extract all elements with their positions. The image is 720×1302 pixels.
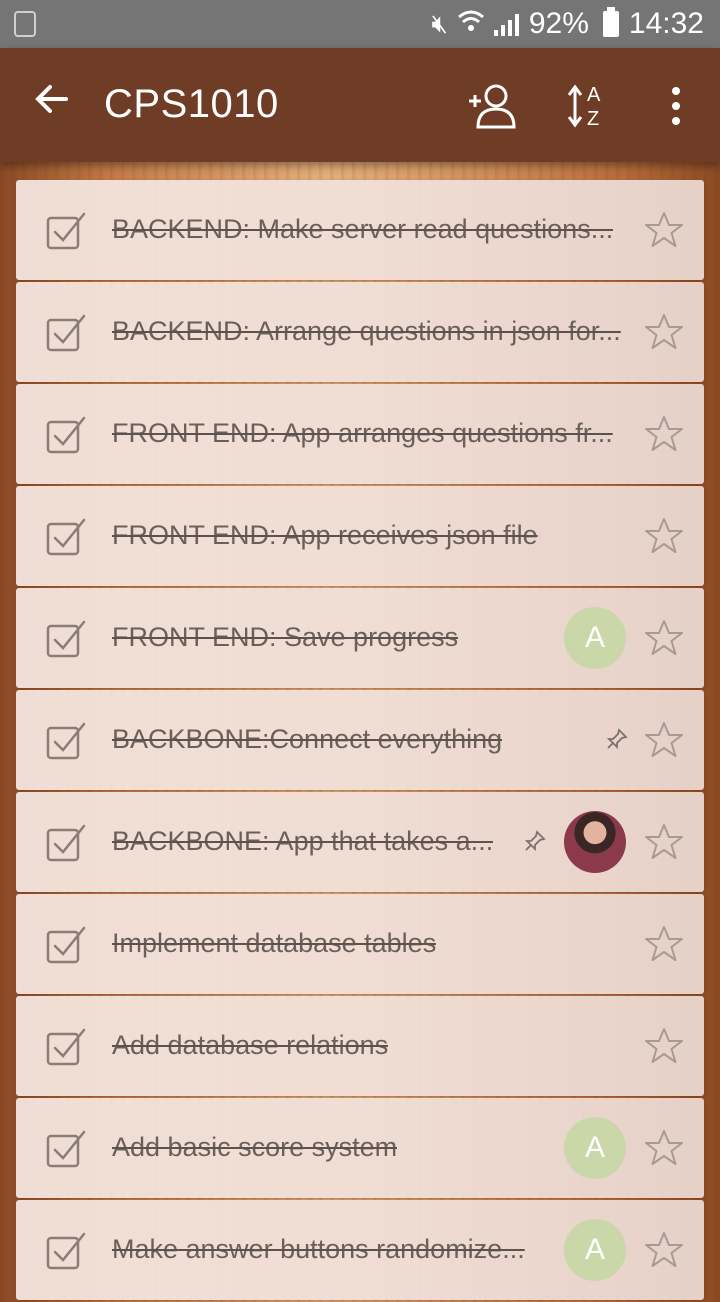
task-title: FRONT END: App receives json file xyxy=(112,520,538,550)
checkbox-checked-icon[interactable] xyxy=(46,312,86,352)
pin-icon xyxy=(606,728,628,750)
assignee-avatar[interactable]: A xyxy=(564,1219,626,1281)
task-row[interactable]: BACKEND: Arrange questions in json for..… xyxy=(16,282,704,382)
task-row[interactable]: FRONT END: App receives json file xyxy=(16,486,704,586)
pin-icon xyxy=(524,830,546,852)
checkbox-checked-icon[interactable] xyxy=(46,822,86,862)
task-row[interactable]: Add database relations xyxy=(16,996,704,1096)
mute-vibrate-icon: 🔇︎ xyxy=(431,8,448,38)
checkbox-checked-icon[interactable] xyxy=(46,1230,86,1270)
task-title: FRONT END: Save progress xyxy=(112,622,459,652)
star-icon[interactable] xyxy=(644,618,684,658)
add-person-icon[interactable] xyxy=(462,76,522,136)
checkbox-checked-icon[interactable] xyxy=(46,618,86,658)
checkbox-checked-icon[interactable] xyxy=(46,1026,86,1066)
task-row[interactable]: Implement database tables xyxy=(16,894,704,994)
battery-icon xyxy=(602,7,619,37)
assignee-avatar[interactable]: A xyxy=(564,607,626,669)
task-title: BACKBONE:Connect everything xyxy=(112,724,503,754)
back-arrow-icon[interactable] xyxy=(28,78,76,132)
app-bar: CPS1010 A Z xyxy=(0,48,720,162)
star-icon[interactable] xyxy=(644,312,684,352)
task-row[interactable]: FRONT END: Save progress A xyxy=(16,588,704,688)
star-icon[interactable] xyxy=(644,720,684,760)
task-title: Add basic score system xyxy=(112,1132,398,1162)
checkbox-checked-icon[interactable] xyxy=(46,414,86,454)
sort-letter-a: A xyxy=(587,84,601,106)
checkbox-checked-icon[interactable] xyxy=(46,720,86,760)
task-title: Implement database tables xyxy=(112,928,437,958)
star-icon[interactable] xyxy=(644,210,684,250)
task-list: BACKEND: Make server read questions... BA… xyxy=(16,180,704,1302)
assignee-avatar[interactable]: A xyxy=(564,1117,626,1179)
checkbox-checked-icon[interactable] xyxy=(46,210,86,250)
signal-icon xyxy=(493,12,519,36)
clock: 14:32 xyxy=(628,7,704,40)
sort-az-icon[interactable]: A Z xyxy=(560,76,620,136)
task-row[interactable]: Make answer buttons randomize... A xyxy=(16,1200,704,1300)
task-title: BACKBONE: App that takes a... xyxy=(112,826,494,856)
task-row[interactable]: FRONT END: App arranges questions fr... xyxy=(16,384,704,484)
star-icon[interactable] xyxy=(644,1128,684,1168)
star-icon[interactable] xyxy=(644,1230,684,1270)
more-vert-icon[interactable] xyxy=(646,76,706,136)
assignee-avatar-photo[interactable] xyxy=(564,811,626,873)
wifi-icon xyxy=(457,8,484,40)
recycle-icon xyxy=(14,11,36,37)
battery-percent: 92% xyxy=(528,7,589,40)
checkbox-checked-icon[interactable] xyxy=(46,516,86,556)
star-icon[interactable] xyxy=(644,1026,684,1066)
task-title: BACKEND: Make server read questions... xyxy=(112,214,614,244)
sort-letter-z: Z xyxy=(587,108,599,130)
task-title: Make answer buttons randomize... xyxy=(112,1234,525,1264)
task-title: FRONT END: App arranges questions fr... xyxy=(112,418,613,448)
task-row[interactable]: BACKEND: Make server read questions... xyxy=(16,180,704,280)
star-icon[interactable] xyxy=(644,516,684,556)
status-bar: 🔇︎ 92% 14:32 xyxy=(0,0,720,48)
task-row[interactable]: BACKBONE: App that takes a... xyxy=(16,792,704,892)
task-title: BACKEND: Arrange questions in json for..… xyxy=(112,316,621,346)
checkbox-checked-icon[interactable] xyxy=(46,924,86,964)
task-row[interactable]: BACKBONE:Connect everything xyxy=(16,690,704,790)
task-title: Add database relations xyxy=(112,1030,389,1060)
list-title: CPS1010 xyxy=(104,82,279,126)
star-icon[interactable] xyxy=(644,924,684,964)
star-icon[interactable] xyxy=(644,414,684,454)
checkbox-checked-icon[interactable] xyxy=(46,1128,86,1168)
task-row[interactable]: Add basic score system A xyxy=(16,1098,704,1198)
star-icon[interactable] xyxy=(644,822,684,862)
